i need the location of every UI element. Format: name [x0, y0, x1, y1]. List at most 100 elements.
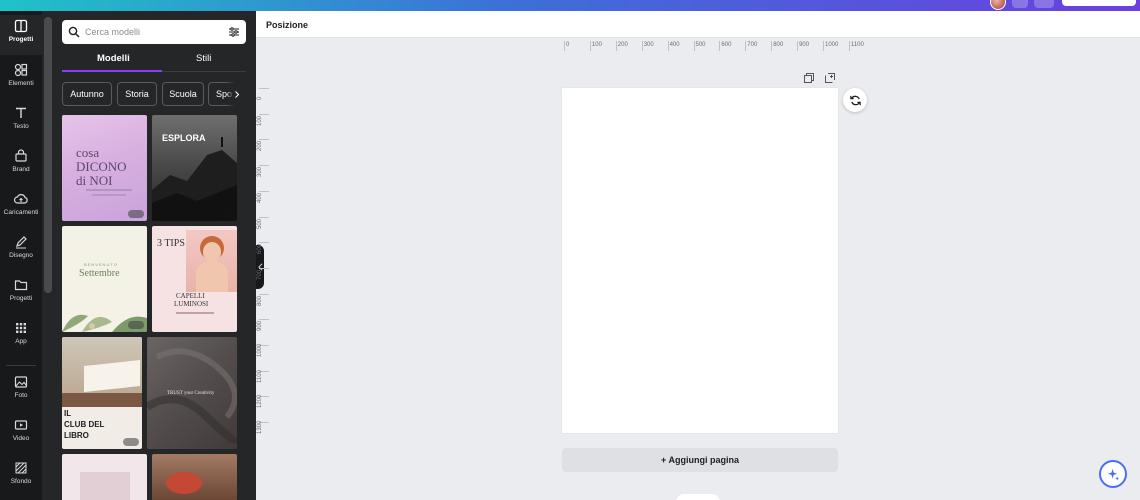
position-button[interactable]: Posizione — [266, 20, 308, 30]
template-card[interactable]: 3 TIPS CAPELLI LUMINOSI — [152, 226, 237, 332]
ruler-label: 0 — [566, 42, 570, 48]
sidebar-item-label: Elementi — [8, 80, 34, 87]
ruler-label: 900 — [257, 321, 263, 332]
template-text-lines — [92, 194, 126, 196]
sidebar-rail: Progetti Elementi Testo Brand Caricament… — [0, 11, 42, 500]
ruler-label: 600 — [257, 244, 263, 255]
ruler-tick — [797, 41, 799, 51]
ruler-label: 900 — [799, 42, 810, 48]
template-card[interactable]: cosa DICONO di NOI — [62, 115, 147, 221]
sidebar-item-foto[interactable]: Foto — [0, 371, 42, 411]
sidebar-item-label: Brand — [12, 166, 30, 173]
filter-icon[interactable] — [228, 26, 240, 38]
filter-chip-storia[interactable]: Storia — [117, 82, 157, 106]
ruler-tick — [589, 41, 591, 51]
sidebar-item-label: Video — [12, 435, 30, 442]
template-title: di NOI — [76, 173, 113, 188]
panel-scrollbar[interactable] — [44, 17, 52, 293]
layout-icon — [14, 19, 28, 33]
ruler-label: 1300 — [257, 420, 263, 435]
filter-chip-autunno[interactable]: Autunno — [62, 82, 112, 106]
shapes-icon — [14, 63, 28, 77]
magic-assistant-button[interactable] — [1099, 460, 1127, 488]
sidebar-item-disegno[interactable]: Disegno — [0, 231, 42, 271]
ruler-label: 300 — [643, 42, 654, 48]
sidebar-item-sfondo[interactable]: Sfondo — [0, 457, 42, 497]
chevron-right-icon — [235, 90, 240, 98]
background-pattern-icon — [15, 462, 27, 474]
brand-icon — [15, 149, 27, 162]
ruler-label: 800 — [773, 42, 784, 48]
user-avatar[interactable] — [990, 0, 1006, 10]
template-card[interactable] — [62, 454, 147, 500]
add-page-button[interactable]: + Aggiungi pagina — [562, 448, 838, 472]
template-title: IL — [64, 409, 72, 418]
chips-next-button[interactable] — [228, 82, 246, 106]
sidebar-item-caricamenti[interactable]: Caricamenti — [0, 188, 42, 228]
ruler-label: 100 — [257, 115, 263, 126]
crown-icon — [128, 210, 144, 218]
add-page-icon[interactable] — [824, 72, 836, 84]
sidebar-item-video[interactable]: Video — [0, 414, 42, 454]
vertical-ruler: 0 100 200 300 400 500 600 700 800 900 1000 1100 1200… — [256, 85, 270, 445]
template-card[interactable]: IL CLUB DEL LIBRO — [62, 337, 142, 449]
ruler-label: 700 — [747, 42, 758, 48]
search-icon — [68, 26, 80, 38]
model-portrait-image — [186, 230, 237, 292]
regenerate-button[interactable] — [843, 88, 867, 112]
sidebar-item-label: Sfondo — [10, 478, 32, 485]
search-input[interactable] — [85, 27, 215, 37]
template-title: Settembre — [79, 268, 120, 279]
template-title: LUMINOSI — [174, 300, 209, 308]
template-card[interactable]: BENVENUTO Settembre — [62, 226, 147, 332]
template-title: ESPLORA — [162, 133, 206, 143]
cloud-upload-icon — [14, 194, 28, 204]
ruler-tick — [641, 41, 643, 51]
search-box[interactable] — [62, 20, 246, 44]
sidebar-item-elementi[interactable]: Elementi — [0, 59, 42, 99]
share-button[interactable] — [1062, 0, 1136, 6]
horizontal-ruler: 0 100 200 300 400 500 600 700 800 900 1000 1100 — [562, 38, 864, 54]
text-icon — [16, 107, 26, 118]
header-chip[interactable] — [1034, 0, 1054, 8]
ruler-tick — [848, 41, 850, 51]
sidebar-item-progetti-folder[interactable]: Progetti — [0, 274, 42, 314]
ruler-label: 400 — [669, 42, 680, 48]
design-page-canvas[interactable] — [562, 88, 838, 433]
filter-chip-scuola[interactable]: Scuola — [162, 82, 204, 106]
sidebar-item-label: Progetti — [8, 36, 34, 43]
sidebar-item-brand[interactable]: Brand — [0, 145, 42, 185]
template-card[interactable] — [152, 454, 237, 500]
header-chip[interactable] — [1012, 0, 1028, 8]
ruler-label: 600 — [721, 42, 732, 48]
food-photo-shape — [166, 472, 202, 494]
ruler-label: 1100 — [257, 369, 263, 383]
sidebar-item-app[interactable]: App — [0, 317, 42, 357]
pen-icon — [16, 236, 27, 249]
ruler-label: 200 — [617, 42, 628, 48]
template-card[interactable]: ESPLORA — [152, 115, 237, 221]
ruler-tick — [259, 88, 269, 89]
crown-icon — [128, 321, 144, 329]
image-icon — [14, 376, 28, 388]
templates-panel: Modelli Stili Autunno Storia Scuola Spo … — [42, 11, 256, 500]
ruler-label: 400 — [257, 192, 263, 203]
pages-drawer-handle[interactable] — [676, 494, 720, 500]
top-header-bar — [0, 0, 1140, 11]
sidebar-item-testo[interactable]: Testo — [0, 102, 42, 142]
ruler-tick — [745, 41, 747, 51]
ruler-tick — [259, 165, 269, 167]
duplicate-page-icon[interactable] — [803, 72, 815, 84]
template-title: 3 TIPS — [157, 238, 185, 249]
tab-modelli[interactable]: Modelli — [97, 53, 130, 64]
tab-stili[interactable]: Stili — [196, 53, 211, 64]
folder-icon — [14, 280, 28, 291]
template-preview-shape — [80, 472, 130, 500]
sidebar-divider — [6, 365, 36, 366]
ruler-tick — [771, 41, 773, 51]
template-card[interactable]: TRUST your Creativity — [147, 337, 237, 449]
ruler-tick — [564, 41, 565, 51]
ruler-label: 1100 — [850, 42, 864, 48]
template-text-lines — [86, 189, 132, 191]
sidebar-item-progetti[interactable]: Progetti — [0, 15, 42, 55]
